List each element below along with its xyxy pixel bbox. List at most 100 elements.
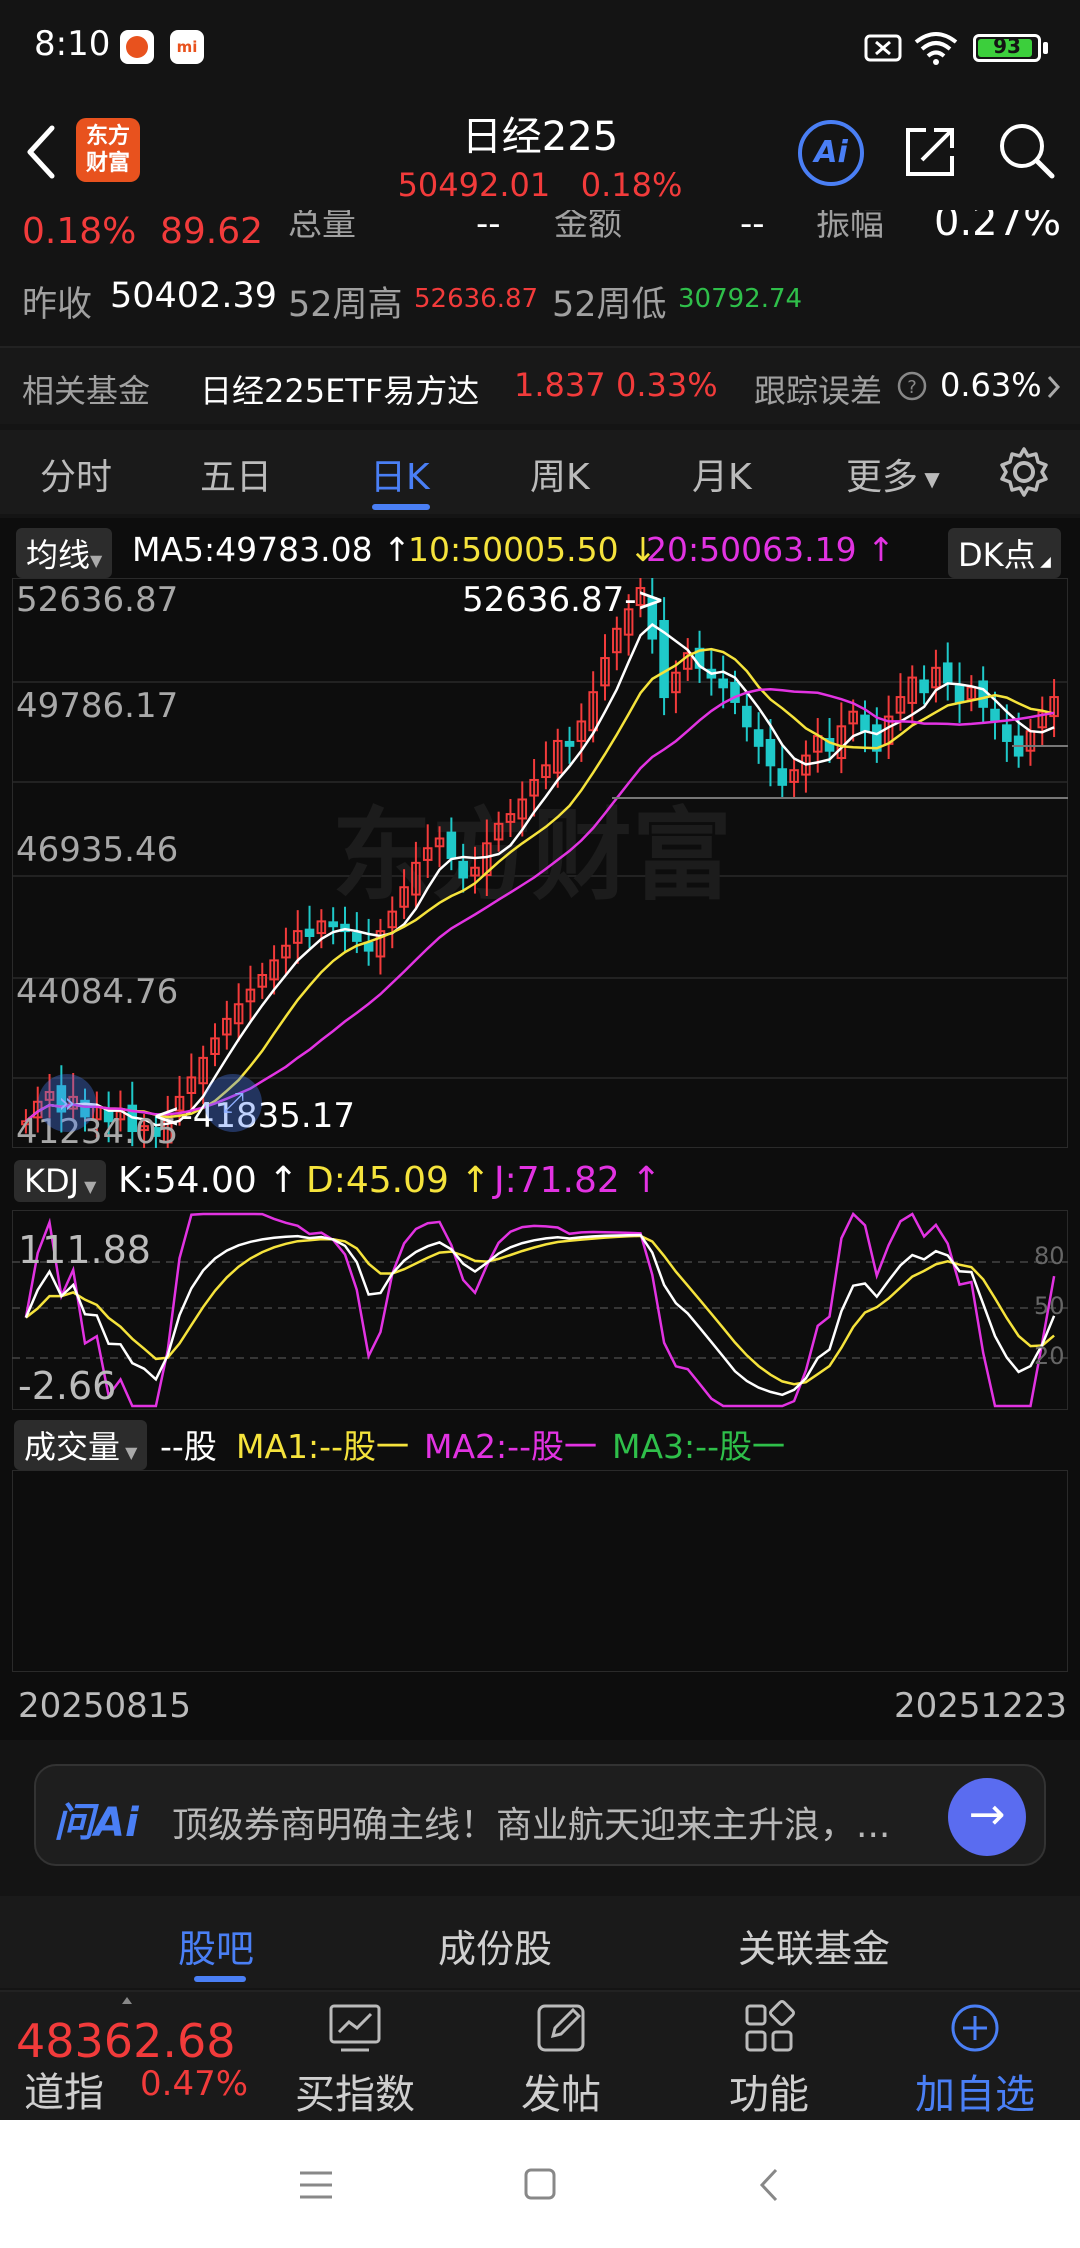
high52-value: 52636.87 — [414, 284, 539, 314]
kdj-d-legend: D:45.09 ↑ — [306, 1160, 491, 1201]
add-watchlist-label: 加自选 — [915, 2072, 1035, 2118]
ai-button[interactable]: Ai — [798, 120, 864, 186]
wifi-icon — [914, 32, 958, 65]
y-tick-4: 44084.76 — [16, 972, 179, 1012]
period-tabs: 分时 五日 日K 周K 月K 更多 ▼ — [0, 430, 1080, 514]
subtab-forum[interactable]: 股吧 — [178, 1918, 254, 1973]
edit-icon — [537, 2004, 585, 2052]
dk-label: DK点 — [958, 536, 1036, 574]
tab-more[interactable]: 更多 ▼ — [846, 448, 940, 500]
chart-icon — [329, 2004, 381, 2052]
ticker-index-name: 道指 — [24, 2070, 104, 2116]
stat-amplitude-label: 振幅 — [816, 210, 884, 244]
volume-ma1: MA1:--股一 — [236, 1427, 409, 1466]
kdj-tick-20: 20 — [1034, 1342, 1065, 1370]
tab-intraday[interactable]: 分时 — [40, 448, 112, 500]
candle-body — [860, 714, 870, 733]
menu-icon[interactable] — [296, 2168, 336, 2202]
candle-body — [978, 680, 988, 708]
kdj-k-legend: K:54.00 ↑ — [118, 1160, 299, 1201]
dropdown-arrow-icon: ▼ — [918, 467, 940, 491]
search-icon[interactable] — [996, 120, 1056, 182]
kdj-chart[interactable] — [12, 1210, 1068, 1410]
related-fund-label: 相关基金 — [22, 372, 151, 410]
post-button[interactable]: 发帖 — [486, 2000, 636, 2120]
battery-tip — [1043, 42, 1048, 54]
candle-body — [328, 921, 338, 928]
prev-close-label: 昨收 — [22, 285, 93, 325]
low52-value: 30792.74 — [678, 284, 803, 314]
expand-up-icon — [122, 1996, 132, 2004]
home-square-icon[interactable] — [522, 2166, 558, 2202]
stat-volume-label: 总量 — [288, 210, 356, 244]
nav-back-icon[interactable] — [756, 2166, 780, 2204]
volume-selector[interactable]: 成交量 ▼ — [14, 1420, 148, 1470]
share-icon[interactable] — [900, 122, 960, 182]
dropdown-arrow-icon: ▼ — [120, 1443, 138, 1462]
candle-body — [458, 860, 468, 879]
dropdown-arrow-icon: ▼ — [90, 551, 103, 570]
stat-change: 89.62 — [160, 211, 264, 252]
dk-point-button[interactable]: DK点 ◢ — [948, 528, 1061, 578]
candle-body — [1002, 724, 1012, 742]
help-icon[interactable]: ? — [896, 370, 928, 402]
candle-body — [777, 768, 788, 786]
expand-icon[interactable]: ⤢ — [204, 1074, 262, 1132]
candle-body — [753, 729, 764, 747]
corner-arrow-icon: ◢ — [1035, 554, 1051, 570]
tab-five-day[interactable]: 五日 — [200, 448, 272, 500]
fund-change: 0.33% — [616, 366, 718, 404]
functions-button[interactable]: 功能 — [694, 2000, 844, 2120]
tracking-error-value: 0.63% — [940, 366, 1042, 404]
buy-index-button[interactable]: 买指数 — [280, 2000, 430, 2120]
subtab-related-funds[interactable]: 关联基金 — [738, 1918, 890, 1973]
add-watchlist-button[interactable]: 加自选 — [900, 2000, 1050, 2120]
kdj-j-line — [24, 1211, 1056, 1408]
candle-body — [990, 708, 1000, 723]
date-end: 20251223 — [894, 1686, 1068, 1726]
prev-close-value: 50402.39 — [110, 276, 278, 316]
kdj-selector[interactable]: KDJ ▼ — [14, 1160, 107, 1202]
add-circle-icon — [951, 2004, 999, 2052]
header-change-pct: 0.18% — [580, 166, 683, 204]
ma-selector[interactable]: 均线▼ — [16, 528, 113, 578]
candle-body — [352, 932, 362, 942]
candle-body — [765, 738, 776, 767]
settings-gear-icon[interactable] — [998, 446, 1050, 498]
ask-ai-prompt[interactable]: 顶级券商明确主线！商业航天迎来主升浪，... — [172, 1796, 932, 1848]
high52-label: 52周高 — [288, 285, 403, 325]
fund-name[interactable]: 日经225ETF易方达 — [200, 366, 479, 412]
volume-value: --股 — [160, 1427, 217, 1466]
candle-body — [742, 705, 752, 728]
subtab-constituents[interactable]: 成份股 — [438, 1918, 552, 1973]
tab-monthly-k[interactable]: 月K — [692, 448, 752, 500]
kdj-tick-80: 80 — [1034, 1242, 1065, 1270]
buy-index-label: 买指数 — [295, 2072, 415, 2118]
ma-selector-label: 均线 — [26, 536, 91, 574]
high-annotation: 52636.87-> — [462, 580, 665, 620]
candle-body — [919, 679, 929, 694]
collapse-left-icon[interactable]: » — [38, 1074, 96, 1132]
kdj-selector-label: KDJ — [24, 1162, 80, 1200]
dropdown-arrow-icon: ▼ — [79, 1177, 97, 1196]
candle-body — [954, 685, 965, 703]
stat-amount-value: -- — [740, 210, 765, 244]
mi-app-icon: mi — [170, 30, 204, 64]
y-tick-3: 46935.46 — [16, 830, 179, 870]
kdj-d-value: D:45.09 — [306, 1160, 449, 1201]
chevron-right-icon — [1047, 375, 1061, 399]
ma10-value: 10:50005.50 — [408, 530, 619, 569]
candle-body — [446, 831, 457, 859]
functions-label: 功能 — [729, 2072, 809, 2118]
date-start: 20250815 — [18, 1686, 192, 1726]
send-arrow-button[interactable]: → — [948, 1778, 1026, 1856]
tab-weekly-k[interactable]: 周K — [530, 448, 590, 500]
volume-chart[interactable] — [12, 1470, 1068, 1672]
stats-row-2: 昨收 50402.39 52周高 52636.87 52周低 30792.74 — [0, 254, 1080, 346]
tab-daily-k[interactable]: 日K — [370, 448, 430, 500]
active-subtab-indicator — [194, 1976, 246, 1982]
ma10-legend: 10:50005.50 ↓ — [408, 530, 657, 569]
ma20-value: 20:50063.19 — [646, 530, 857, 569]
volume-selector-label: 成交量 — [24, 1428, 121, 1466]
related-fund-row[interactable]: 相关基金 日经225ETF易方达 1.837 0.33% 跟踪误差 ? 0.63… — [0, 346, 1080, 424]
